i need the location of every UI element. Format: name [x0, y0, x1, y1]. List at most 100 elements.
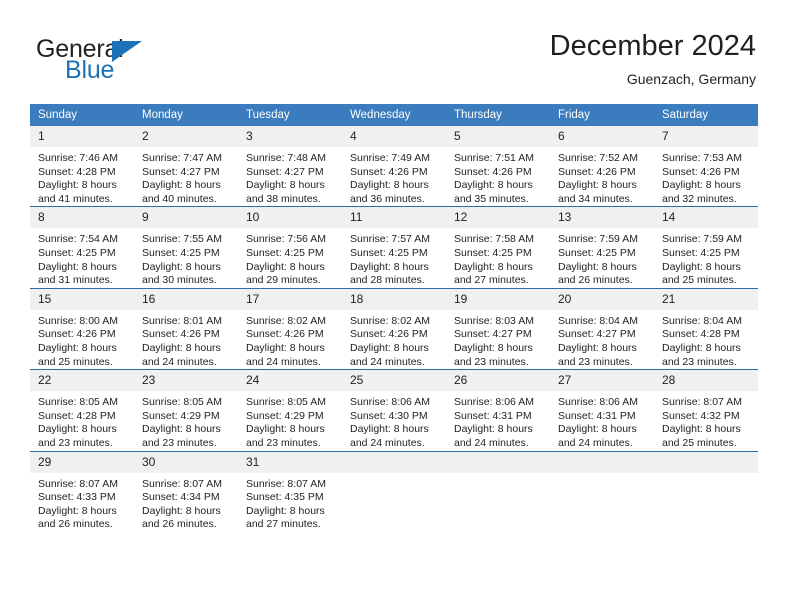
calendar-header-row: Sunday Monday Tuesday Wednesday Thursday…	[30, 104, 758, 126]
calendar-day-cell[interactable]: 17 Sunrise: 8:02 AM Sunset: 4:26 PM Dayligh…	[238, 287, 342, 370]
calendar-day-details: Sunrise: 7:51 AM Sunset: 4:26 PM Daylight:…	[446, 147, 550, 206]
calendar-day-number: 20	[550, 288, 654, 310]
daylight-duration-line2: and 26 minutes.	[38, 518, 113, 531]
daylight-duration-line1: Daylight: 8 hours	[38, 341, 117, 354]
daylight-duration-line1: Daylight: 8 hours	[662, 423, 741, 436]
sunset-time: Sunset: 4:31 PM	[558, 409, 636, 422]
calendar-week-row: 22 Sunrise: 8:05 AM Sunset: 4:28 PM Dayligh…	[30, 369, 758, 451]
calendar-day-cell[interactable]: 11 Sunrise: 7:57 AM Sunset: 4:25 PM Dayligh…	[342, 206, 446, 289]
daylight-duration-line1: Daylight: 8 hours	[454, 260, 533, 273]
calendar-day-cell[interactable]: 31 Sunrise: 8:07 AM Sunset: 4:35 PM Dayligh…	[238, 450, 342, 532]
calendar-day-cell[interactable]: 5 Sunrise: 7:51 AM Sunset: 4:26 PM Daylight…	[446, 126, 550, 207]
sunrise-time: Sunrise: 7:59 AM	[662, 233, 742, 246]
sunset-time: Sunset: 4:25 PM	[662, 246, 740, 259]
calendar-day-number: 16	[134, 288, 238, 310]
calendar-day-details: Sunrise: 7:52 AM Sunset: 4:26 PM Daylight:…	[550, 147, 654, 206]
calendar-day-cell[interactable]: 16 Sunrise: 8:01 AM Sunset: 4:26 PM Dayligh…	[134, 287, 238, 370]
calendar-day-cell[interactable]: 20 Sunrise: 8:04 AM Sunset: 4:27 PM Dayligh…	[550, 287, 654, 370]
daylight-duration-line2: and 24 minutes.	[454, 436, 529, 449]
sunset-time: Sunset: 4:27 PM	[558, 328, 636, 341]
calendar-day-cell[interactable]: 1 Sunrise: 7:46 AM Sunset: 4:28 PM Daylight…	[30, 126, 134, 207]
calendar-day-cell[interactable]: 25 Sunrise: 8:06 AM Sunset: 4:30 PM Dayligh…	[342, 369, 446, 451]
calendar-day-number: 18	[342, 288, 446, 310]
brand-logo[interactable]: General Blue	[36, 36, 296, 92]
calendar-day-cell[interactable]: 7 Sunrise: 7:53 AM Sunset: 4:26 PM Daylight…	[654, 126, 758, 207]
page-subtitle-location: Guenzach, Germany	[626, 71, 756, 87]
calendar-day-cell-empty	[550, 450, 654, 532]
calendar-day-details: Sunrise: 7:53 AM Sunset: 4:26 PM Daylight:…	[654, 147, 758, 206]
calendar-day-number: 17	[238, 288, 342, 310]
sunset-time: Sunset: 4:25 PM	[454, 246, 532, 259]
calendar-day-cell[interactable]: 22 Sunrise: 8:05 AM Sunset: 4:28 PM Dayligh…	[30, 369, 134, 451]
calendar-week-row: 8 Sunrise: 7:54 AM Sunset: 4:25 PM Daylight…	[30, 206, 758, 289]
calendar-day-cell[interactable]: 28 Sunrise: 8:07 AM Sunset: 4:32 PM Dayligh…	[654, 369, 758, 451]
calendar-day-number: 27	[550, 370, 654, 392]
calendar-day-cell[interactable]: 15 Sunrise: 8:00 AM Sunset: 4:26 PM Dayligh…	[30, 287, 134, 370]
daylight-duration-line2: and 24 minutes.	[558, 436, 633, 449]
page-header: General Blue December 2024 Guenzach, Ger…	[0, 0, 792, 104]
calendar-day-details: Sunrise: 8:07 AM Sunset: 4:32 PM Daylight:…	[654, 391, 758, 450]
calendar-table: Sunday Monday Tuesday Wednesday Thursday…	[30, 104, 758, 532]
calendar-day-number: 24	[238, 370, 342, 392]
calendar-day-number: 15	[30, 288, 134, 310]
calendar-day-number: 11	[342, 207, 446, 229]
calendar-day-cell[interactable]: 14 Sunrise: 7:59 AM Sunset: 4:25 PM Dayligh…	[654, 206, 758, 289]
calendar-day-details: Sunrise: 7:55 AM Sunset: 4:25 PM Daylight:…	[134, 228, 238, 287]
calendar-day-cell[interactable]: 24 Sunrise: 8:05 AM Sunset: 4:29 PM Dayligh…	[238, 369, 342, 451]
calendar-day-details: Sunrise: 8:03 AM Sunset: 4:27 PM Daylight:…	[446, 310, 550, 369]
sunrise-time: Sunrise: 8:04 AM	[662, 314, 742, 327]
calendar-day-cell[interactable]: 8 Sunrise: 7:54 AM Sunset: 4:25 PM Daylight…	[30, 206, 134, 289]
calendar-day-number	[550, 451, 654, 473]
daylight-duration-line1: Daylight: 8 hours	[350, 179, 429, 192]
sunrise-time: Sunrise: 7:55 AM	[142, 233, 222, 246]
calendar-day-cell[interactable]: 21 Sunrise: 8:04 AM Sunset: 4:28 PM Dayligh…	[654, 287, 758, 370]
calendar-week-row: 29 Sunrise: 8:07 AM Sunset: 4:33 PM Dayligh…	[30, 450, 758, 532]
calendar-day-cell[interactable]: 12 Sunrise: 7:58 AM Sunset: 4:25 PM Dayligh…	[446, 206, 550, 289]
daylight-duration-line2: and 36 minutes.	[350, 192, 425, 205]
daylight-duration-line2: and 24 minutes.	[142, 355, 217, 368]
calendar-day-cell[interactable]: 19 Sunrise: 8:03 AM Sunset: 4:27 PM Dayligh…	[446, 287, 550, 370]
calendar-day-cell[interactable]: 4 Sunrise: 7:49 AM Sunset: 4:26 PM Daylight…	[342, 126, 446, 207]
sunset-time: Sunset: 4:25 PM	[38, 246, 116, 259]
sunset-time: Sunset: 4:26 PM	[558, 165, 636, 178]
calendar-day-cell[interactable]: 29 Sunrise: 8:07 AM Sunset: 4:33 PM Dayligh…	[30, 450, 134, 532]
calendar-day-cell[interactable]: 23 Sunrise: 8:05 AM Sunset: 4:29 PM Dayligh…	[134, 369, 238, 451]
calendar-day-cell[interactable]: 13 Sunrise: 7:59 AM Sunset: 4:25 PM Dayligh…	[550, 206, 654, 289]
title-block: December 2024 Guenzach, Germany	[550, 28, 756, 89]
calendar-day-cell[interactable]: 18 Sunrise: 8:02 AM Sunset: 4:26 PM Dayligh…	[342, 287, 446, 370]
sunset-time: Sunset: 4:27 PM	[142, 165, 220, 178]
calendar-day-details: Sunrise: 8:04 AM Sunset: 4:28 PM Daylight:…	[654, 310, 758, 369]
calendar-day-number: 2	[134, 126, 238, 147]
daylight-duration-line2: and 23 minutes.	[142, 436, 217, 449]
calendar-day-number: 3	[238, 126, 342, 147]
sunrise-time: Sunrise: 8:07 AM	[662, 396, 742, 409]
calendar-day-number: 29	[30, 451, 134, 473]
sunset-time: Sunset: 4:29 PM	[246, 409, 324, 422]
calendar-day-details: Sunrise: 7:48 AM Sunset: 4:27 PM Daylight:…	[238, 147, 342, 206]
sunrise-time: Sunrise: 8:06 AM	[558, 396, 638, 409]
sunset-time: Sunset: 4:28 PM	[38, 409, 116, 422]
daylight-duration-line2: and 26 minutes.	[142, 518, 217, 531]
calendar-day-cell[interactable]: 26 Sunrise: 8:06 AM Sunset: 4:31 PM Dayligh…	[446, 369, 550, 451]
daylight-duration-line1: Daylight: 8 hours	[558, 260, 637, 273]
sunset-time: Sunset: 4:25 PM	[350, 246, 428, 259]
daylight-duration-line1: Daylight: 8 hours	[662, 179, 741, 192]
daylight-duration-line2: and 34 minutes.	[558, 192, 633, 205]
calendar-day-cell[interactable]: 9 Sunrise: 7:55 AM Sunset: 4:25 PM Daylight…	[134, 206, 238, 289]
calendar-day-cell[interactable]: 10 Sunrise: 7:56 AM Sunset: 4:25 PM Dayligh…	[238, 206, 342, 289]
calendar-day-cell[interactable]: 27 Sunrise: 8:06 AM Sunset: 4:31 PM Dayligh…	[550, 369, 654, 451]
calendar-day-cell-empty	[342, 450, 446, 532]
sunset-time: Sunset: 4:26 PM	[38, 328, 116, 341]
calendar-day-number: 21	[654, 288, 758, 310]
calendar-day-cell[interactable]: 3 Sunrise: 7:48 AM Sunset: 4:27 PM Daylight…	[238, 126, 342, 207]
calendar-day-cell[interactable]: 6 Sunrise: 7:52 AM Sunset: 4:26 PM Daylight…	[550, 126, 654, 207]
calendar-day-cell[interactable]: 30 Sunrise: 8:07 AM Sunset: 4:34 PM Dayligh…	[134, 450, 238, 532]
calendar-day-cell[interactable]: 2 Sunrise: 7:47 AM Sunset: 4:27 PM Daylight…	[134, 126, 238, 207]
daylight-duration-line1: Daylight: 8 hours	[558, 423, 637, 436]
calendar-day-number	[446, 451, 550, 473]
sunset-time: Sunset: 4:26 PM	[350, 165, 428, 178]
daylight-duration-line2: and 23 minutes.	[558, 355, 633, 368]
daylight-duration-line1: Daylight: 8 hours	[246, 260, 325, 273]
sunset-time: Sunset: 4:34 PM	[142, 491, 220, 504]
daylight-duration-line1: Daylight: 8 hours	[662, 260, 741, 273]
